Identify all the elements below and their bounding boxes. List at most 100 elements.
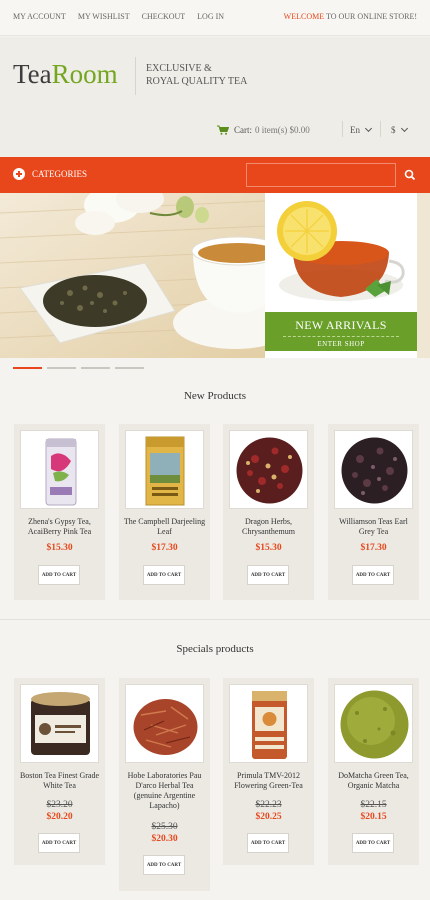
- loose-tea-image: [236, 437, 303, 504]
- product-image[interactable]: [229, 684, 308, 763]
- add-to-cart-button[interactable]: Add to Cart: [38, 833, 80, 853]
- product-name[interactable]: DoMatcha Green Tea, Organic Matcha: [331, 771, 416, 791]
- logo-part1: Tea: [13, 59, 52, 89]
- logo-divider: [135, 57, 136, 95]
- new-arrivals-link[interactable]: New Arrivals Enter Shop: [265, 312, 417, 351]
- chevron-down-icon: [364, 124, 373, 133]
- product-old-price: $22.23: [255, 800, 282, 810]
- product-card: The Campbell Darjeeling Leaf $17.30 Add …: [119, 424, 210, 600]
- product-old-price: $25.30: [151, 822, 178, 832]
- cart-summary[interactable]: Cart: 0 item(s) $0.00: [217, 125, 310, 135]
- banner-divider: [283, 336, 399, 337]
- logo[interactable]: TeaRoom: [13, 59, 118, 90]
- add-to-cart-button[interactable]: Add to Cart: [38, 565, 80, 585]
- cart-total: 0 item(s) $0.00: [255, 125, 310, 135]
- categories-button[interactable]: Categories: [13, 168, 87, 180]
- slider-dot-4[interactable]: [115, 367, 144, 369]
- new-arrivals-title: New Arrivals: [295, 318, 387, 332]
- section-divider: [0, 619, 430, 620]
- product-price: $15.30: [255, 543, 282, 553]
- product-image[interactable]: [125, 430, 204, 509]
- top-bar: My Account My Wishlist Checkout Log In W…: [0, 0, 430, 36]
- currency-selector[interactable]: $: [391, 124, 408, 135]
- product-image[interactable]: [125, 684, 204, 763]
- product-card: Williamson Teas Earl Grey Tea $17.30 Add…: [328, 424, 419, 600]
- slider-pagination: [13, 367, 149, 369]
- product-price: $20.25: [255, 812, 282, 822]
- product-card: Dragon Herbs, Chrysanthemum $15.30 Add t…: [223, 424, 314, 600]
- product-card: DoMatcha Green Tea, Organic Matcha $22.1…: [328, 678, 419, 865]
- product-card: Zhena's Gypsy Tea, AcaiBerry Pink Tea $1…: [14, 424, 105, 600]
- cart-icon: [217, 125, 229, 135]
- chevron-down-icon: [400, 124, 408, 133]
- enter-shop-label: Enter Shop: [317, 340, 365, 348]
- product-card: Primula TMV-2012 Flowering Green-Tea $22…: [223, 678, 314, 865]
- add-to-cart-button[interactable]: Add to Cart: [352, 833, 394, 853]
- product-name[interactable]: Williamson Teas Earl Grey Tea: [331, 517, 416, 537]
- slider-dot-1[interactable]: [13, 367, 42, 369]
- product-name[interactable]: Dragon Herbs, Chrysanthemum: [226, 517, 311, 537]
- tea-canister-image: [252, 691, 287, 759]
- add-to-cart-button[interactable]: Add to Cart: [352, 565, 394, 585]
- tea-tin-image: [31, 692, 90, 755]
- slider-dot-2[interactable]: [47, 367, 76, 369]
- product-image[interactable]: [20, 430, 99, 509]
- tea-tin-image: [45, 438, 77, 506]
- new-products-title: New Products: [183, 390, 247, 402]
- add-to-cart-button[interactable]: Add to Cart: [247, 565, 289, 585]
- matcha-powder-image: [340, 690, 409, 759]
- product-price: $20.15: [360, 812, 387, 822]
- nav-bar: Categories: [0, 157, 430, 193]
- add-to-cart-button[interactable]: Add to Cart: [143, 855, 185, 875]
- product-name[interactable]: The Campbell Darjeeling Leaf: [122, 517, 207, 537]
- header-separator: [342, 121, 343, 137]
- plus-circle-icon: [13, 168, 25, 180]
- product-name[interactable]: Hobe Laboratories Pau D'arco Herbal Tea …: [122, 771, 207, 811]
- search-input[interactable]: [246, 163, 396, 187]
- product-name[interactable]: Zhena's Gypsy Tea, AcaiBerry Pink Tea: [17, 517, 102, 537]
- welcome-message: Welcome to our online store!: [284, 12, 417, 21]
- product-price: $20.30: [151, 834, 178, 844]
- hero-slider[interactable]: New Arrivals Enter Shop: [0, 193, 430, 358]
- categories-label: Categories: [32, 169, 88, 179]
- banner-tea-image: [265, 193, 417, 312]
- product-price: $17.30: [360, 543, 387, 553]
- herbal-tea-image: [133, 699, 198, 755]
- product-price: $20.20: [46, 812, 73, 822]
- checkout-link[interactable]: Checkout: [142, 12, 186, 21]
- cart-label: Cart:: [234, 125, 252, 135]
- tea-box-image: [145, 436, 185, 506]
- loose-tea-image: [341, 437, 408, 504]
- add-to-cart-button[interactable]: Add to Cart: [247, 833, 289, 853]
- product-old-price: $23.20: [46, 800, 73, 810]
- my-account-link[interactable]: My Account: [13, 12, 66, 21]
- tagline-line2: Royal Quality Tea: [146, 76, 248, 87]
- specials-title: Specials products: [176, 643, 254, 655]
- logo-part2: Room: [51, 59, 118, 89]
- my-wishlist-link[interactable]: My Wishlist: [78, 12, 130, 21]
- product-image[interactable]: [229, 430, 308, 509]
- tagline-line1: Exclusive &: [146, 63, 212, 74]
- search-icon[interactable]: [400, 165, 420, 185]
- product-name[interactable]: Primula TMV-2012 Flowering Green-Tea: [226, 771, 311, 791]
- language-value: En: [350, 125, 360, 135]
- currency-value: $: [391, 125, 396, 135]
- slider-dot-3[interactable]: [81, 367, 110, 369]
- product-image[interactable]: [334, 430, 413, 509]
- welcome-highlight: Welcome: [283, 12, 325, 21]
- product-price: $15.30: [46, 543, 73, 553]
- tagline: Exclusive & Royal Quality Tea: [146, 62, 247, 88]
- account-links: My Account My Wishlist Checkout Log In: [13, 12, 236, 21]
- product-image[interactable]: [20, 684, 99, 763]
- welcome-text: to our online store!: [324, 12, 417, 21]
- language-selector[interactable]: En: [350, 124, 373, 135]
- product-price: $17.30: [151, 543, 178, 553]
- product-image[interactable]: [334, 684, 413, 763]
- login-link[interactable]: Log In: [197, 12, 224, 21]
- header: TeaRoom Exclusive & Royal Quality Tea Ca…: [0, 37, 430, 157]
- add-to-cart-button[interactable]: Add to Cart: [143, 565, 185, 585]
- product-old-price: $22.15: [360, 800, 387, 810]
- product-card: Boston Tea Finest Grade White Tea $23.20…: [14, 678, 105, 865]
- product-card: Hobe Laboratories Pau D'arco Herbal Tea …: [119, 678, 210, 891]
- product-name[interactable]: Boston Tea Finest Grade White Tea: [17, 771, 102, 791]
